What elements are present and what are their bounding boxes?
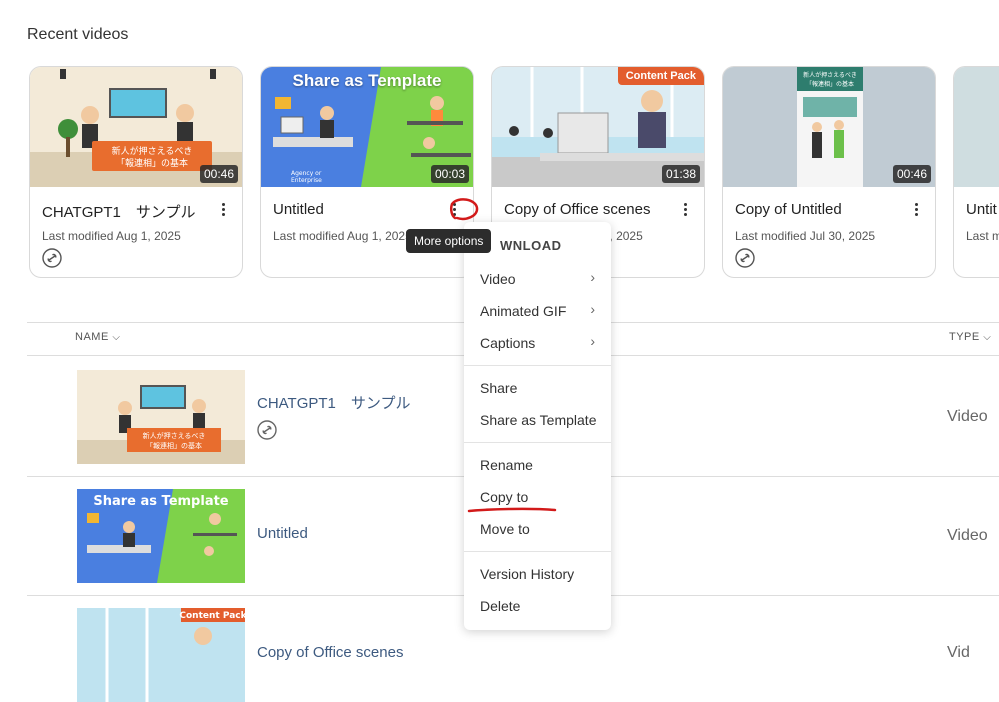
menu-item-animated-gif[interactable]: Animated GIF <box>480 303 566 319</box>
video-thumbnail: Content Pack 01:38 <box>492 67 704 187</box>
menu-item-captions[interactable]: Captions <box>480 335 535 351</box>
chevron-right-icon: › <box>590 269 595 285</box>
more-options-icon[interactable] <box>911 201 921 221</box>
more-options-tooltip: More options <box>406 229 492 253</box>
svg-text:「報連相」の基本: 「報連相」の基本 <box>116 157 188 169</box>
card-title[interactable]: Untitled <box>273 201 324 218</box>
row-type: Video <box>947 408 988 425</box>
more-options-icon[interactable] <box>218 201 228 221</box>
svg-text:新人が押さえるべき: 新人が押さえるべき <box>112 145 193 157</box>
svg-text:「報連相」の基本: 「報連相」の基本 <box>146 441 202 450</box>
menu-divider <box>464 551 611 552</box>
duration-badge: 00:46 <box>199 165 238 183</box>
menu-item-share-as-template[interactable]: Share as Template <box>480 412 596 428</box>
card-modified: Last modified Jul 30, 2025 <box>735 229 876 243</box>
card-title[interactable]: Untit <box>966 201 997 218</box>
row-thumbnail[interactable]: Content Pack <box>77 608 245 702</box>
more-options-menu: WNLOAD Video › Animated GIF › Captions ›… <box>464 222 611 630</box>
row-name-link[interactable]: CHATGPT1 サンプル <box>257 392 410 413</box>
row-name-link[interactable]: Copy of Office scenes <box>257 644 403 661</box>
duration-badge: 01:38 <box>661 165 700 183</box>
more-options-icon[interactable] <box>449 201 459 221</box>
menu-item-delete[interactable]: Delete <box>480 598 520 614</box>
menu-item-share[interactable]: Share <box>480 380 517 396</box>
svg-text:Share as Template: Share as Template <box>93 494 228 509</box>
link-icon[interactable] <box>735 248 755 268</box>
chevron-down-icon: ⌵ <box>112 332 121 343</box>
duration-badge: 00:46 <box>892 165 931 183</box>
video-thumbnail <box>954 67 999 187</box>
video-card-copy-untitled[interactable]: 新人が押さえるべき 「報連相」の基本 00:46 Copy of Untitle… <box>722 66 936 278</box>
card-title[interactable]: Copy of Office scenes <box>504 201 650 218</box>
chevron-down-icon: ⌵ <box>983 332 992 343</box>
more-options-icon[interactable] <box>680 201 690 221</box>
section-title: Recent videos <box>27 26 129 43</box>
row-name-link[interactable]: Untitled <box>257 525 308 542</box>
menu-item-move-to[interactable]: Move to <box>480 521 530 537</box>
svg-text:Content Pack: Content Pack <box>179 611 245 621</box>
content-pack-badge: Content Pack <box>617 67 704 85</box>
duration-badge: 00:03 <box>430 165 469 183</box>
menu-divider <box>464 365 611 366</box>
svg-text:Agency or: Agency or <box>291 170 322 177</box>
video-card-partial[interactable]: Untit Last m <box>953 66 999 278</box>
row-thumbnail[interactable]: Share as Template <box>77 489 245 583</box>
column-header-type[interactable]: TYPE ⌵ <box>949 331 991 343</box>
video-thumbnail: 新人が押さえるべき 「報連相」の基本 00:46 <box>30 67 242 187</box>
link-icon[interactable] <box>257 420 277 440</box>
chevron-right-icon: › <box>590 301 595 317</box>
card-title[interactable]: CHATGPT1 サンプル <box>42 201 195 222</box>
svg-text:Enterprise: Enterprise <box>291 177 322 184</box>
row-type: Video <box>947 527 988 544</box>
menu-item-version-history[interactable]: Version History <box>480 566 574 582</box>
svg-text:新人が押さえるべき: 新人が押さえるべき <box>803 71 857 79</box>
menu-item-copy-to[interactable]: Copy to <box>480 489 528 505</box>
link-icon[interactable] <box>42 248 62 268</box>
column-header-name[interactable]: NAME ⌵ <box>75 331 120 343</box>
menu-divider <box>464 442 611 443</box>
row-type: Vid <box>947 644 970 661</box>
card-modified: Last modified Aug 1, 2025 <box>273 229 412 243</box>
menu-item-rename[interactable]: Rename <box>480 457 533 473</box>
video-thumbnail: 新人が押さえるべき 「報連相」の基本 00:46 <box>723 67 935 187</box>
menu-item-video[interactable]: Video <box>480 271 516 287</box>
chevron-right-icon: › <box>590 333 595 349</box>
menu-download-header: WNLOAD <box>500 238 562 253</box>
card-modified: Last m <box>966 229 999 243</box>
svg-text:新人が押さえるべき: 新人が押さえるべき <box>143 431 206 440</box>
svg-text:「報連相」の基本: 「報連相」の基本 <box>806 80 854 88</box>
card-title[interactable]: Copy of Untitled <box>735 201 842 218</box>
video-card-chatgpt[interactable]: 新人が押さえるべき 「報連相」の基本 00:46 CHATGPT1 サンプル L… <box>29 66 243 278</box>
thumbnail-title: Share as Template <box>292 71 442 90</box>
row-thumbnail[interactable]: 新人が押さえるべき 「報連相」の基本 <box>77 370 245 464</box>
video-thumbnail: Agency or Enterprise Share as Template 0… <box>261 67 473 187</box>
card-modified: Last modified Aug 1, 2025 <box>42 229 181 243</box>
